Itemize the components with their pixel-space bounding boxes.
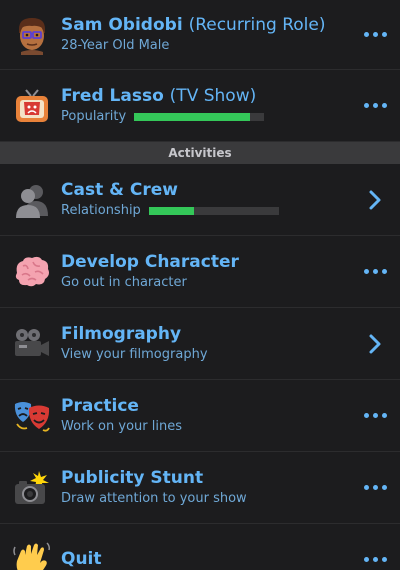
more-icon: [363, 413, 387, 418]
character-row[interactable]: Sam Obidobi (Recurring Role) 28-Year Old…: [0, 0, 400, 70]
activity-develop-character[interactable]: Develop Character Go out in character: [0, 236, 400, 308]
chevron-right-icon[interactable]: [360, 333, 390, 355]
relationship-bar: [148, 207, 279, 215]
more-icon: [363, 269, 387, 274]
show-row[interactable]: Fred Lasso (TV Show) Popularity: [0, 70, 400, 142]
waving-hand-icon: [12, 540, 52, 570]
activity-quit[interactable]: Quit: [0, 524, 400, 570]
activity-title: Cast & Crew: [61, 180, 178, 200]
more-button[interactable]: [360, 413, 390, 418]
activity-subtitle: Work on your lines: [61, 419, 182, 434]
chevron-right-icon[interactable]: [360, 189, 390, 211]
popularity-label: Popularity: [61, 109, 127, 124]
activity-title: Develop Character: [61, 252, 239, 272]
more-button[interactable]: [360, 485, 390, 490]
show-type: (TV Show): [169, 86, 257, 106]
more-icon: [363, 557, 387, 562]
activity-subtitle: Draw attention to your show: [61, 491, 247, 506]
activity-cast-crew[interactable]: Cast & Crew Relationship: [0, 164, 400, 236]
cast-crew-icon: [12, 180, 52, 220]
activity-title: Publicity Stunt: [61, 468, 204, 488]
more-button[interactable]: [360, 269, 390, 274]
more-icon: [363, 485, 387, 490]
character-description: 28-Year Old Male: [61, 38, 170, 53]
more-button[interactable]: [360, 557, 390, 562]
role-type: (Recurring Role): [188, 15, 326, 35]
brain-icon: [12, 252, 52, 292]
section-header: Activities: [0, 142, 400, 164]
more-icon: [363, 32, 387, 37]
activity-title: Filmography: [61, 324, 182, 344]
more-icon: [363, 103, 387, 108]
activity-subtitle: Go out in character: [61, 275, 187, 290]
more-button[interactable]: [360, 103, 390, 108]
avatar-icon: [12, 15, 52, 55]
more-button[interactable]: [360, 32, 390, 37]
activity-filmography[interactable]: Filmography View your filmography: [0, 308, 400, 380]
activity-subtitle: View your filmography: [61, 347, 208, 362]
tv-show-icon: [12, 86, 52, 126]
activity-title: Quit: [61, 549, 102, 569]
show-name: Fred Lasso (TV Show): [61, 86, 257, 106]
popularity-bar: [134, 113, 265, 121]
relationship-label: Relationship: [61, 203, 141, 218]
activity-practice[interactable]: Practice Work on your lines: [0, 380, 400, 452]
character-name: Sam Obidobi (Recurring Role): [61, 15, 326, 35]
movie-camera-icon: [12, 324, 52, 364]
theater-masks-icon: [12, 396, 52, 436]
camera-flash-icon: [12, 468, 52, 508]
activity-title: Practice: [61, 396, 139, 416]
activity-publicity-stunt[interactable]: Publicity Stunt Draw attention to your s…: [0, 452, 400, 524]
activity-list: Sam Obidobi (Recurring Role) 28-Year Old…: [0, 0, 400, 570]
